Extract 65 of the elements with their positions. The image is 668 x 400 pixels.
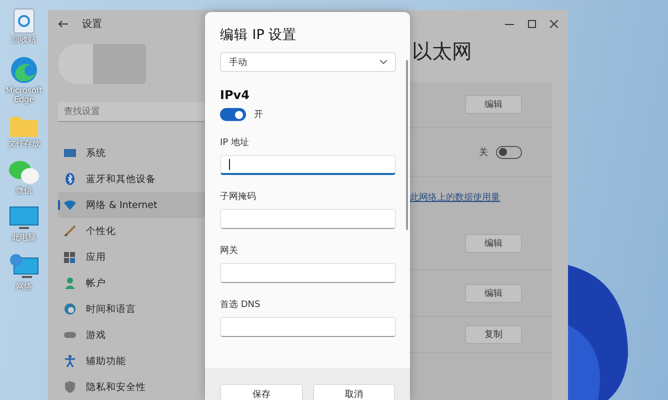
toggle-label: 开: [254, 109, 263, 121]
sidebar-item-label: 应用: [86, 250, 106, 264]
field-label: 首选 DNS: [220, 298, 262, 311]
sidebar-item[interactable]: 蓝牙和其他设备: [58, 166, 205, 192]
sidebar-item-label: 个性化: [86, 224, 116, 238]
chat-icon: [8, 159, 40, 186]
sidebar-item[interactable]: 网络 & Internet: [58, 192, 205, 218]
sidebar-item-label: 游戏: [86, 328, 106, 342]
edit-button[interactable]: 编辑: [465, 95, 522, 114]
sidebar-item[interactable]: 时间和语言: [58, 296, 205, 322]
scrollbar[interactable]: [406, 60, 408, 230]
back-arrow-icon[interactable]: [58, 20, 68, 28]
person-icon: [64, 277, 76, 289]
sidebar-item[interactable]: 系统: [58, 140, 205, 166]
sidebar-item-label: 蓝牙和其他设备: [86, 172, 156, 186]
close-icon[interactable]: [550, 20, 558, 28]
dialog-button[interactable]: 取消: [312, 384, 395, 400]
sidebar-item-label: 隐私和安全性: [86, 380, 146, 394]
network-monitor-icon: [9, 252, 39, 281]
brush-icon: [64, 225, 76, 237]
field-label: 网关: [220, 244, 239, 257]
sidebar-item[interactable]: 应用: [58, 244, 205, 270]
toggle-label: 关: [479, 146, 488, 158]
input-field[interactable]: [220, 155, 396, 175]
window-title: 设置: [82, 18, 102, 31]
maximize-icon[interactable]: [528, 20, 536, 28]
gamepad-icon: [64, 329, 76, 341]
page-title: 以太网: [412, 38, 473, 65]
folder-icon: [9, 114, 39, 138]
sidebar-item[interactable]: 游戏: [58, 322, 205, 348]
sidebar-item-label: 辅助功能: [86, 354, 126, 368]
sidebar-item-label: 时间和语言: [86, 302, 136, 316]
monitor-icon: [64, 147, 76, 159]
accessibility-icon: [64, 355, 76, 367]
edit-button[interactable]: 编辑: [465, 234, 522, 252]
apps-icon: [64, 251, 76, 263]
dialog-title: 编辑 IP 设置: [220, 26, 298, 45]
chevron-down-icon: [380, 60, 387, 64]
toggle-switch[interactable]: [220, 108, 246, 121]
data-usage-link[interactable]: 此网络上的数据使用量: [410, 190, 500, 204]
input-field[interactable]: [220, 317, 396, 337]
shield-icon: [64, 381, 76, 393]
wifi-icon: [64, 199, 76, 211]
input-field[interactable]: [220, 209, 396, 229]
sidebar-item[interactable]: 个性化: [58, 218, 205, 244]
sidebar-item[interactable]: 帐户: [58, 270, 205, 296]
section-heading: IPv4: [220, 88, 250, 102]
sidebar-item[interactable]: 隐私和安全性: [58, 374, 205, 400]
dialog-button[interactable]: 保存: [220, 384, 302, 400]
sidebar-item-label: 系统: [86, 146, 106, 160]
field-label: 子网掩码: [220, 190, 257, 203]
input-field[interactable]: [220, 263, 396, 283]
monitor-icon: [9, 206, 39, 232]
mode-dropdown[interactable]: 手动: [220, 52, 396, 72]
globe-clock-icon: [64, 303, 76, 315]
field-label: IP 地址: [220, 136, 250, 149]
toggle-switch[interactable]: [496, 146, 522, 158]
edit-button[interactable]: 复制: [465, 325, 522, 344]
bluetooth-icon: [64, 173, 76, 185]
sidebar-item-label: 网络 & Internet: [86, 198, 158, 212]
sidebar-item-label: 帐户: [86, 276, 106, 290]
browser-icon: [9, 54, 39, 85]
recycle-bin-icon: [11, 6, 37, 34]
sidebar-item[interactable]: 辅助功能: [58, 348, 205, 374]
edit-button[interactable]: 编辑: [465, 284, 522, 302]
